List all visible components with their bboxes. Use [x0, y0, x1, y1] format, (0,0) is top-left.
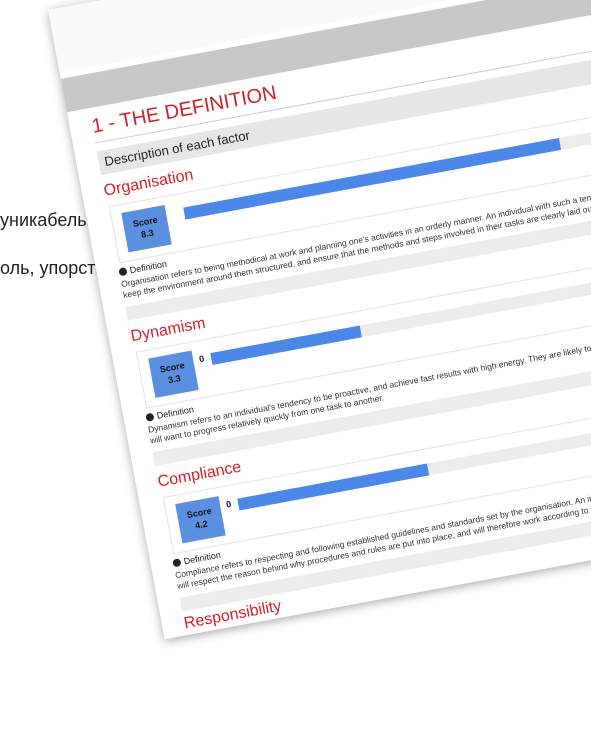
score-bar-fill	[237, 463, 430, 511]
report-document: 1 - THE DEFINITION Description of each f…	[48, 0, 591, 640]
score-bar-fill	[210, 325, 362, 365]
scale-min: 0	[225, 498, 232, 510]
info-icon	[118, 267, 128, 277]
info-icon	[172, 558, 182, 568]
score-badge: Score 3.3	[148, 350, 199, 398]
score-badge: Score 8.3	[121, 205, 172, 253]
info-icon	[145, 412, 155, 422]
score-badge: Score 4.2	[175, 496, 226, 544]
scale-min: 0	[198, 353, 206, 365]
